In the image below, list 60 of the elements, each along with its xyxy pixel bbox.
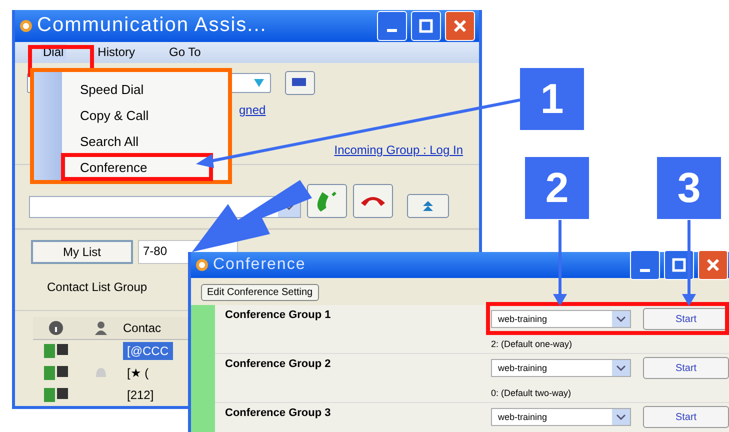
group-name: Conference Group 2 [224,357,332,372]
close-button[interactable] [698,250,728,280]
maximize-icon [672,258,686,272]
status-icon [44,366,68,380]
hang-up-button[interactable] [353,184,393,218]
expand-button[interactable] [407,194,449,218]
chevron-icon [616,414,626,420]
card-icon [292,78,308,88]
minimize-icon [387,29,397,32]
mode-dropdown[interactable]: web-training [491,310,631,328]
status-icon [44,344,68,358]
maximize-button[interactable] [411,10,441,41]
minimize-button[interactable] [377,10,407,41]
group-name: Conference Group 3 [224,406,332,421]
hang-up-icon [361,196,385,206]
menu-item[interactable]: Search All [62,128,212,154]
close-button[interactable] [445,10,475,41]
contact-cell[interactable]: [212] [123,386,158,404]
contact-cell[interactable]: [★ ( [123,364,153,382]
mode-note: 0: (Default two-way) [491,388,572,398]
expand-icon [422,200,434,212]
phone-icon [315,188,339,213]
step-number: 1 [520,68,584,130]
menu-item[interactable]: Copy & Call [62,102,212,128]
mode-dropdown[interactable]: web-training [491,408,631,426]
menu-item[interactable]: History [96,44,138,60]
column-header: Contac [123,321,162,336]
start-button[interactable]: Start [643,406,729,428]
info-icon [48,321,62,336]
app-icon [19,18,33,33]
group-name: Conference Group 1 [224,308,332,323]
card-button[interactable] [285,70,315,95]
incoming-group-link[interactable]: Incoming Group : Log In [334,142,463,157]
maximize-button[interactable] [664,250,694,280]
close-icon [706,258,720,272]
call-button[interactable] [307,184,347,218]
minimize-button[interactable] [630,250,660,280]
status-icon [44,388,68,402]
chevron-icon [616,365,626,371]
menu-item[interactable]: Speed Dial [62,76,212,102]
minimize-icon [640,268,650,272]
start-button[interactable]: Start [643,357,729,379]
person-icon [94,321,108,336]
group-label: Contact List Group [47,280,148,294]
maximize-icon [419,18,433,33]
caret-icon [254,78,264,87]
close-icon [453,18,467,33]
step-number: 3 [657,157,721,219]
tab[interactable]: My List [31,240,133,264]
mode-dropdown[interactable]: web-training [491,359,631,377]
mode-note: 2: (Default one-way) [491,339,574,349]
edit-settings-button[interactable]: Edit Conference Setting [201,284,319,301]
menu-item[interactable]: Conference [62,154,212,180]
link[interactable]: gned [239,102,266,117]
step-number: 2 [525,157,589,219]
chevron-icon [616,316,626,322]
contact-cell[interactable]: [@CCC [123,342,173,360]
menu-item[interactable]: Go To [167,44,203,60]
window-title: Communication Assis... [37,14,268,38]
app-icon [195,258,209,272]
